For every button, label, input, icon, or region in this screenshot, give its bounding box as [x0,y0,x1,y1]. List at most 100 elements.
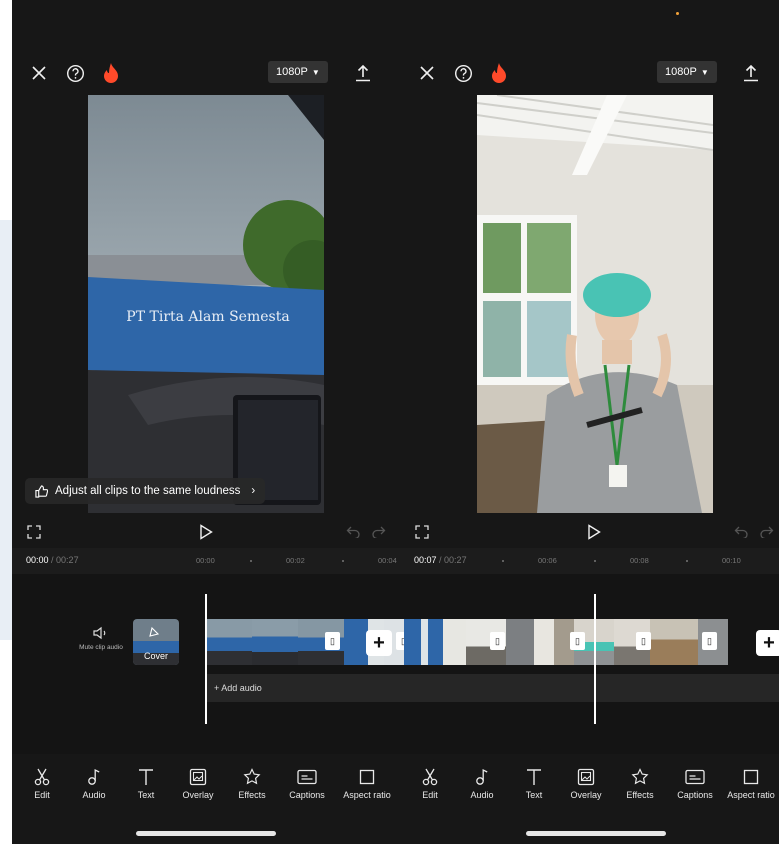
tool-overlay[interactable]: Overlay [170,764,226,800]
undo-icon[interactable] [732,522,750,542]
tool-text-label: Text [525,790,543,800]
flame-icon[interactable] [100,61,122,85]
help-icon[interactable] [452,62,474,84]
text-icon [506,764,562,790]
timeline[interactable]: Mute clip audio Cover ▯ + ▯ + Add audio [12,574,404,754]
mute-clip-audio-button[interactable]: Mute clip audio [78,626,124,652]
redo-icon[interactable] [758,522,776,542]
timecode: 00:07 / 00:27 [414,555,467,565]
transition-icon[interactable]: ▯ [396,632,404,650]
tool-effects[interactable]: Effects [612,764,668,800]
timecode: 00:00 / 00:27 [26,555,79,565]
transition-icon[interactable]: ▯ [636,632,651,650]
overlay-icon [558,764,614,790]
clip-frame [534,619,574,665]
editor-panel-left: 1080P ▼ PT Tirta Alam Semesta Adjust all… [12,0,404,844]
tool-effects[interactable]: Effects [224,764,280,800]
flame-icon[interactable] [488,61,510,85]
play-icon[interactable] [584,522,604,542]
tool-overlay-label: Overlay [182,790,214,800]
video-track[interactable] [404,619,728,665]
aspect-ratio-icon [720,764,779,790]
captions-icon [279,764,335,790]
tool-aspect-ratio-label: Aspect ratio [727,790,775,800]
tool-edit[interactable]: Edit [404,764,458,800]
loudness-banner[interactable]: Adjust all clips to the same loudness › [25,478,266,504]
tool-text[interactable]: Text [118,764,174,800]
fullscreen-icon[interactable] [412,522,432,542]
home-indicator[interactable] [136,831,276,836]
add-audio-button[interactable]: + Add audio [206,674,404,702]
export-icon[interactable] [352,62,374,84]
transition-icon[interactable]: ▯ [490,632,505,650]
tool-overlay[interactable]: Overlay [558,764,614,800]
preview-frame: PT Tirta Alam Semesta [88,95,324,513]
tool-captions[interactable]: Captions [667,764,723,800]
chevron-down-icon: ▼ [311,67,320,77]
tool-captions[interactable]: Captions [279,764,335,800]
tool-audio[interactable]: Audio [454,764,510,800]
close-icon[interactable] [416,62,438,84]
fullscreen-icon[interactable] [24,522,44,542]
chevron-down-icon: ▼ [700,67,709,77]
clip-frame [404,619,428,665]
playhead[interactable] [205,594,207,724]
audio-track[interactable] [404,674,779,702]
resolution-dropdown[interactable]: 1080P ▼ [268,61,328,83]
transition-icon[interactable]: ▯ [702,632,717,650]
preview-sign-text: PT Tirta Alam Semesta [126,309,289,325]
close-icon[interactable] [28,62,50,84]
clip-frame [650,619,698,665]
playback-controls [404,520,779,544]
ruler-tick: 00:08 [630,556,649,565]
ruler-dot [594,560,596,562]
tool-aspect-ratio-label: Aspect ratio [343,790,391,800]
home-indicator[interactable] [526,831,666,836]
bottom-toolbar: Edit Audio Text Overlay Effects Captions… [12,764,404,812]
editor-panel-right: 1080P ▼ 00:07 / 00:27 00:06 00:08 00:10 … [404,0,779,844]
export-icon[interactable] [740,62,762,84]
tool-aspect-ratio[interactable]: Aspect ratio [720,764,779,800]
transition-icon[interactable]: ▯ [325,632,340,650]
timeline[interactable]: ▯ ▯ ▯ ▯ + [404,574,779,754]
top-bar [12,60,404,86]
mute-clip-audio-label: Mute clip audio [79,644,123,651]
tool-aspect-ratio[interactable]: Aspect ratio [335,764,399,800]
captions-icon [667,764,723,790]
ruler-tick: 00:00 [196,556,215,565]
add-audio-label: + Add audio [214,683,262,693]
playhead[interactable] [594,594,596,724]
ruler-dot [250,560,252,562]
ruler-tick: 00:06 [538,556,557,565]
preview-frame [477,95,713,513]
help-icon[interactable] [64,62,86,84]
tool-edit[interactable]: Edit [14,764,70,800]
cover-button[interactable]: Cover [133,619,179,665]
play-icon[interactable] [196,522,216,542]
transition-icon[interactable]: ▯ [570,632,585,650]
tool-text[interactable]: Text [506,764,562,800]
resolution-label: 1080P [276,66,308,78]
undo-icon[interactable] [344,522,362,542]
tool-audio[interactable]: Audio [66,764,122,800]
ruler-dot [686,560,688,562]
add-clip-button[interactable]: + [756,630,779,656]
redo-icon[interactable] [370,522,388,542]
scissors-icon [14,764,70,790]
video-preview[interactable] [477,95,713,513]
tool-captions-label: Captions [677,790,713,800]
ruler-dot [342,560,344,562]
clip-frame [206,619,252,665]
tool-text-label: Text [137,790,155,800]
clip-frame [428,619,466,665]
aspect-ratio-icon [335,764,399,790]
time-ruler: 00:00 / 00:27 00:00 00:02 00:04 [12,548,404,574]
time-ruler: 00:07 / 00:27 00:06 00:08 00:10 [404,548,779,574]
add-clip-button[interactable]: + [366,630,392,656]
current-time: 00:07 [414,555,437,565]
video-preview[interactable]: PT Tirta Alam Semesta [88,95,324,513]
total-time: / 00:27 [51,555,79,565]
tool-overlay-label: Overlay [570,790,602,800]
resolution-dropdown[interactable]: 1080P ▼ [657,61,717,83]
top-bar [404,60,779,86]
